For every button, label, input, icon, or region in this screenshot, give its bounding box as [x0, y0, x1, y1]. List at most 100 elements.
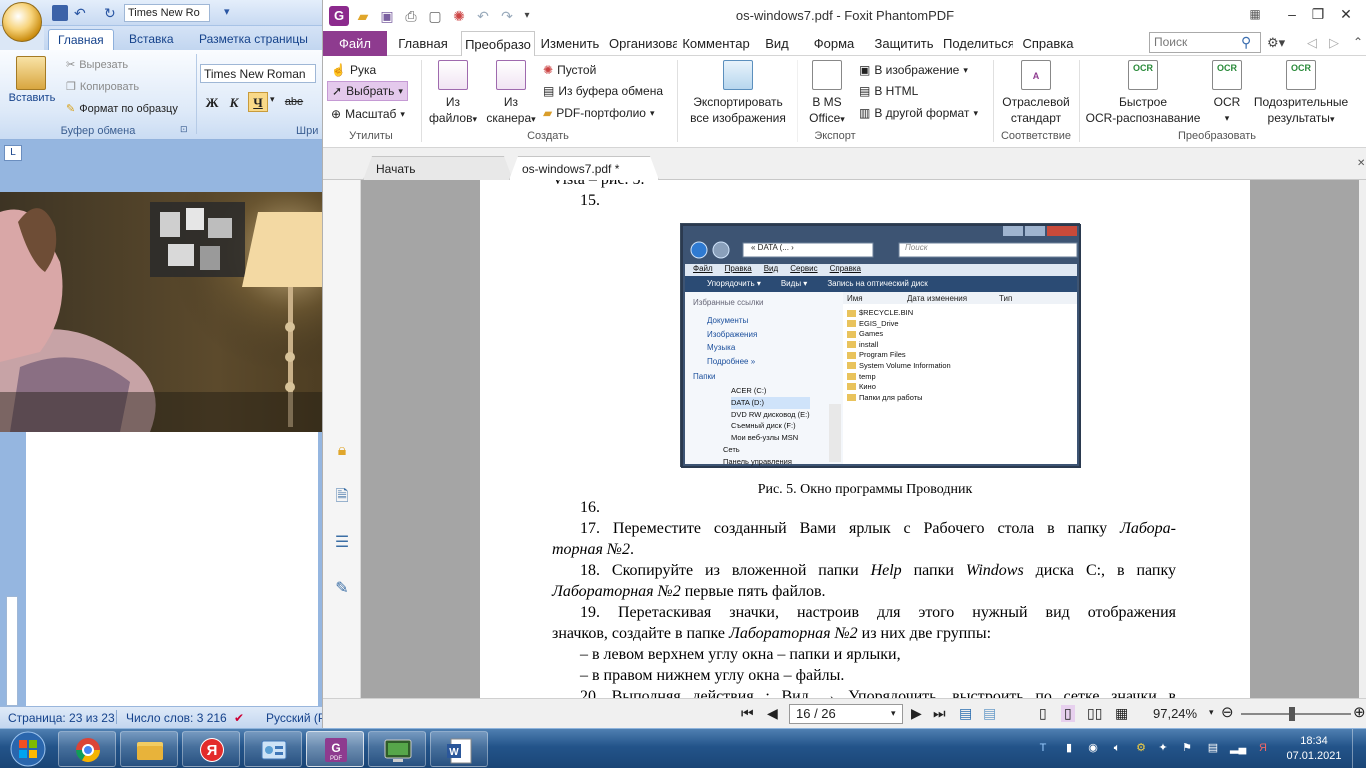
- to-other-format-button[interactable]: ▥ В другой формат ▾: [859, 103, 978, 123]
- quick-ocr-button[interactable]: OCR Быстрое OCR-распознавание: [1083, 60, 1203, 126]
- spell-check-icon[interactable]: ✔: [234, 711, 244, 725]
- last-page-icon[interactable]: ⏭: [933, 705, 946, 722]
- teams-tray-icon[interactable]: T: [1036, 741, 1050, 755]
- tab-convert[interactable]: Преобразо: [461, 31, 535, 57]
- start-button[interactable]: [2, 730, 54, 768]
- customize-qat-icon[interactable]: ▾: [224, 5, 230, 18]
- previous-page-icon[interactable]: ◀: [767, 705, 778, 722]
- status-page-count[interactable]: Страница: 23 из 23: [8, 711, 115, 725]
- stamp-tool-icon[interactable]: ✎: [331, 578, 353, 600]
- forward-nav-icon[interactable]: ▷: [1329, 35, 1339, 51]
- underline-button[interactable]: Ч: [248, 92, 268, 112]
- industry-standard-button[interactable]: A Отраслевой стандарт: [997, 60, 1075, 126]
- save-icon[interactable]: [52, 5, 68, 21]
- office-button[interactable]: [2, 2, 42, 42]
- speaker-tray-icon[interactable]: 🔈︎: [1110, 741, 1124, 755]
- taskbar-media-app[interactable]: [368, 731, 426, 767]
- redo-icon[interactable]: ↻: [104, 5, 120, 21]
- underline-dropdown-icon[interactable]: ▾: [270, 94, 275, 105]
- facing-pages-icon[interactable]: ▯▯: [1087, 705, 1102, 722]
- word-qat-font-box[interactable]: Times New Ro: [124, 4, 210, 22]
- pdf-portfolio-button[interactable]: ▰ PDF-портфолио ▾: [543, 103, 655, 123]
- page-number-field[interactable]: 16 / 26: [789, 704, 903, 724]
- tab-help[interactable]: Справка: [1021, 31, 1075, 56]
- word-tab-page-layout[interactable]: Разметка страницы: [190, 29, 317, 50]
- status-language[interactable]: Русский (Р: [266, 711, 326, 725]
- yandex-tray-icon[interactable]: Я: [1256, 741, 1270, 755]
- ruler-toggle[interactable]: L: [4, 145, 22, 161]
- from-scanner-button[interactable]: Из сканера▾: [483, 60, 539, 127]
- layers-icon[interactable]: ☰: [331, 532, 353, 554]
- from-clipboard-button[interactable]: ▤ Из буфера обмена: [543, 81, 663, 101]
- battery-tray-icon[interactable]: ⚙: [1134, 741, 1148, 755]
- video-player-overlay[interactable]: [0, 192, 361, 432]
- tab-file[interactable]: Файл: [323, 31, 387, 56]
- export-all-images-button[interactable]: Экспортировать все изображения: [683, 60, 793, 126]
- zoom-slider[interactable]: [1241, 713, 1351, 715]
- security-tray-icon[interactable]: ✦: [1156, 741, 1170, 755]
- from-files-button[interactable]: Из файлов▾: [425, 60, 481, 127]
- continuous-page-icon[interactable]: ▯: [1061, 705, 1075, 722]
- volume-tray-icon[interactable]: ◉: [1086, 741, 1100, 755]
- next-page-icon[interactable]: ▶: [911, 705, 922, 722]
- back-nav-icon[interactable]: ◁: [1307, 35, 1317, 51]
- tab-organize[interactable]: Организова: [609, 31, 677, 56]
- network-tray-icon[interactable]: ▮: [1062, 741, 1076, 755]
- lock-icon[interactable]: 🔒︎: [331, 440, 353, 462]
- next-view-icon[interactable]: ▤: [983, 705, 996, 722]
- to-html-button[interactable]: ▤ В HTML: [859, 81, 918, 101]
- tab-comment[interactable]: Комментар: [681, 31, 751, 56]
- taskbar-explorer[interactable]: [120, 731, 178, 767]
- font-name-select[interactable]: Times New Roman: [200, 64, 316, 83]
- zoom-slider-thumb[interactable]: [1289, 707, 1295, 721]
- previous-view-icon[interactable]: ▤: [959, 705, 972, 722]
- settings-gear-icon[interactable]: ⚙▾: [1267, 35, 1285, 51]
- hand-tool-button[interactable]: ☝ Рука: [331, 60, 376, 80]
- taskbar-chrome[interactable]: [58, 731, 116, 767]
- zoom-dropdown-icon[interactable]: ▾: [1209, 707, 1214, 718]
- zoom-out-icon[interactable]: ⊖: [1221, 703, 1234, 721]
- restore-ribbon-icon[interactable]: ▦: [1243, 0, 1267, 28]
- continuous-facing-icon[interactable]: ▦: [1115, 705, 1128, 722]
- flag-tray-icon[interactable]: ⚑: [1180, 741, 1194, 755]
- paste-button[interactable]: Вставить: [4, 92, 60, 104]
- document-signature-icon[interactable]: 🗎: [331, 486, 353, 508]
- word-tab-home[interactable]: Главная: [48, 29, 114, 50]
- close-button[interactable]: ✕: [1323, 0, 1366, 28]
- copy-button[interactable]: ❐ Копировать: [66, 80, 139, 94]
- collapse-ribbon-icon[interactable]: ⌃: [1353, 35, 1363, 49]
- status-word-count[interactable]: Число слов: 3 216: [126, 711, 227, 725]
- system-clock[interactable]: 18:34 07.01.2021: [1284, 734, 1344, 764]
- suspect-results-button[interactable]: OCR Подозрительные результаты▾: [1249, 60, 1353, 127]
- select-tool-button[interactable]: ➚ Выбрать ▾: [327, 81, 408, 101]
- to-ms-office-button[interactable]: В MS Office▾: [803, 60, 851, 127]
- word-tab-insert[interactable]: Вставка: [120, 29, 183, 50]
- vertical-scrollbar[interactable]: [1359, 180, 1366, 698]
- zoom-tool-button[interactable]: ⊕ Масштаб ▾: [331, 104, 405, 124]
- tab-edit[interactable]: Изменить: [539, 31, 601, 56]
- taskbar-foxit[interactable]: G PDF: [306, 731, 364, 767]
- tab-close-icon[interactable]: ✕: [1357, 158, 1365, 169]
- document-viewport[interactable]: Vista – рис. 5. 15.: [361, 180, 1359, 698]
- italic-button[interactable]: К: [224, 92, 244, 112]
- tab-view[interactable]: Вид: [761, 31, 793, 56]
- tab-home[interactable]: Главная: [393, 31, 453, 56]
- tab-os-windows7[interactable]: os-windows7.pdf *: [509, 156, 659, 180]
- undo-icon[interactable]: ↶: [74, 5, 90, 21]
- zoom-level[interactable]: 97,24%: [1153, 706, 1197, 721]
- to-image-button[interactable]: ▣ В изображение ▾: [859, 60, 968, 80]
- taskbar-control-panel[interactable]: [244, 731, 302, 767]
- dialog-launcher-icon[interactable]: ⊡: [180, 124, 188, 135]
- ocr-button[interactable]: OCR OCR ▾: [1205, 60, 1249, 126]
- bold-button[interactable]: Ж: [202, 92, 222, 112]
- format-painter-button[interactable]: ✎ Формат по образцу: [66, 102, 178, 116]
- tab-start[interactable]: Начать: [363, 156, 513, 180]
- taskbar-yandex[interactable]: Я: [182, 731, 240, 767]
- tab-share[interactable]: Поделиться: [943, 31, 1013, 56]
- single-page-icon[interactable]: ▯: [1039, 705, 1047, 722]
- taskbar-word[interactable]: W: [430, 731, 488, 767]
- tab-form[interactable]: Форма: [811, 31, 857, 56]
- zoom-in-icon[interactable]: ⊕: [1353, 703, 1366, 721]
- strikethrough-button[interactable]: abe: [282, 92, 306, 112]
- show-desktop-button[interactable]: [1352, 729, 1366, 768]
